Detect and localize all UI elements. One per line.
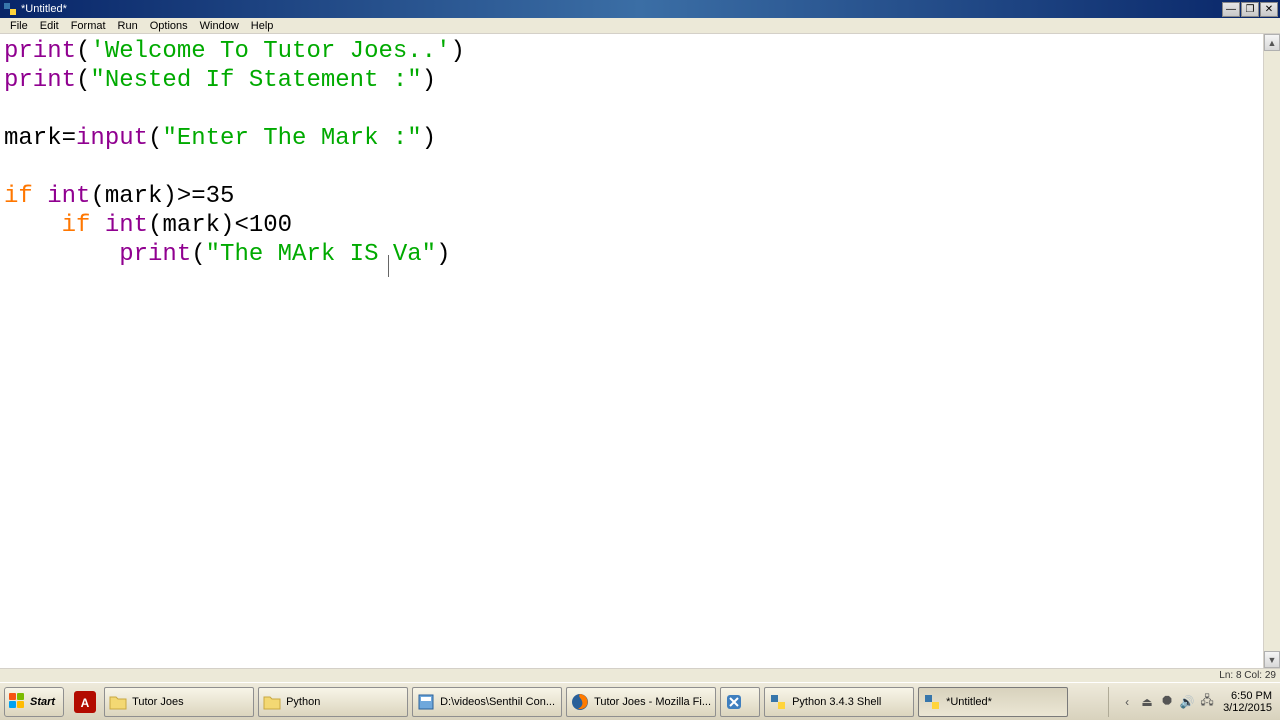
taskbar: Start A Tutor Joes Python D:\videos\Sent… [0,682,1280,720]
folder-icon [263,693,281,711]
start-button[interactable]: Start [4,687,64,717]
window-controls: — ❐ ✕ [1221,2,1280,17]
code-editor[interactable]: print('Welcome To Tutor Joes..') print("… [0,34,1263,668]
code-token: (mark)<100 [148,212,292,239]
code-token: (mark)>=35 [90,183,234,210]
firefox-icon [571,693,589,711]
code-token: "Enter The Mark :" [162,125,421,152]
menu-file[interactable]: File [4,19,34,33]
menu-edit[interactable]: Edit [34,19,65,33]
code-token: ) [450,38,464,65]
task-firefox[interactable]: Tutor Joes - Mozilla Fi... [566,687,716,717]
svg-text:A: A [81,696,90,710]
code-token: ( [191,241,205,268]
code-token: ) [422,125,436,152]
code-token: ( [76,38,90,65]
adobe-reader-icon[interactable]: A [70,687,100,717]
scroll-up-icon[interactable]: ▲ [1264,34,1280,51]
menu-run[interactable]: Run [112,19,144,33]
code-token: print [4,38,76,65]
menu-window[interactable]: Window [194,19,245,33]
code-token: ( [76,67,90,94]
task-label: Tutor Joes [132,696,184,708]
maximize-button[interactable]: ❐ [1241,2,1259,17]
close-button[interactable]: ✕ [1260,2,1278,17]
text-cursor [388,255,389,277]
cursor-position: Ln: 8 Col: 29 [1219,670,1276,681]
task-python-folder[interactable]: Python [258,687,408,717]
task-label: D:\videos\Senthil Con... [440,696,555,708]
code-token [33,183,47,210]
code-token: int [105,212,148,239]
task-tutor-joes-folder[interactable]: Tutor Joes [104,687,254,717]
code-token: print [119,241,191,268]
windows-flag-icon [9,693,27,711]
network-icon[interactable]: 🖧 [1199,694,1215,710]
titlebar[interactable]: *Untitled* — ❐ ✕ [0,0,1280,18]
quick-launch: A [68,687,102,717]
python-icon [923,693,941,711]
editor-area: print('Welcome To Tutor Joes..') print("… [0,34,1280,668]
app-icon [725,693,743,711]
task-untitled[interactable]: *Untitled* [918,687,1068,717]
task-app[interactable] [720,687,760,717]
code-token: "Nested If Statement :" [90,67,421,94]
task-python-shell[interactable]: Python 3.4.3 Shell [764,687,914,717]
task-label: Python 3.4.3 Shell [792,696,881,708]
code-token: if [4,183,33,210]
tray-expand-icon[interactable]: ‹ [1119,694,1135,710]
window-title: *Untitled* [21,3,1221,15]
code-token: if [62,212,91,239]
vertical-scrollbar[interactable]: ▲ ▼ [1263,34,1280,668]
usb-icon[interactable]: ⯃ [1159,694,1175,710]
code-token: int [47,183,90,210]
code-token: print [4,67,76,94]
task-label: Tutor Joes - Mozilla Fi... [594,696,711,708]
scroll-track[interactable] [1264,51,1280,651]
python-icon [769,693,787,711]
code-token [4,241,119,268]
clock-time: 6:50 PM [1223,690,1272,702]
code-token: ) [422,67,436,94]
scroll-down-icon[interactable]: ▼ [1264,651,1280,668]
clock[interactable]: 6:50 PM 3/12/2015 [1223,690,1272,714]
start-label: Start [30,696,55,708]
clock-date: 3/12/2015 [1223,702,1272,714]
menu-format[interactable]: Format [65,19,112,33]
task-label: *Untitled* [946,696,992,708]
task-videos-folder[interactable]: D:\videos\Senthil Con... [412,687,562,717]
minimize-button[interactable]: — [1222,2,1240,17]
device-icon[interactable]: ⏏ [1139,694,1155,710]
code-token: 'Welcome To Tutor Joes..' [90,38,450,65]
menu-options[interactable]: Options [144,19,194,33]
app-icon [3,2,17,16]
code-token: mark= [4,125,76,152]
code-token: input [76,125,148,152]
system-tray: ‹ ⏏ ⯃ 🔊 🖧 6:50 PM 3/12/2015 [1108,687,1280,717]
menu-help[interactable]: Help [245,19,280,33]
code-token: ( [148,125,162,152]
code-token: "The MArk IS Va" [206,241,436,268]
idle-window: *Untitled* — ❐ ✕ File Edit Format Run Op… [0,0,1280,682]
code-token [90,212,104,239]
folder-icon [109,693,127,711]
explorer-icon [417,693,435,711]
task-label: Python [286,696,320,708]
volume-icon[interactable]: 🔊 [1179,694,1195,710]
menubar: File Edit Format Run Options Window Help [0,18,1280,34]
code-token: ) [436,241,450,268]
code-token [4,212,62,239]
statusbar: Ln: 8 Col: 29 [0,668,1280,682]
